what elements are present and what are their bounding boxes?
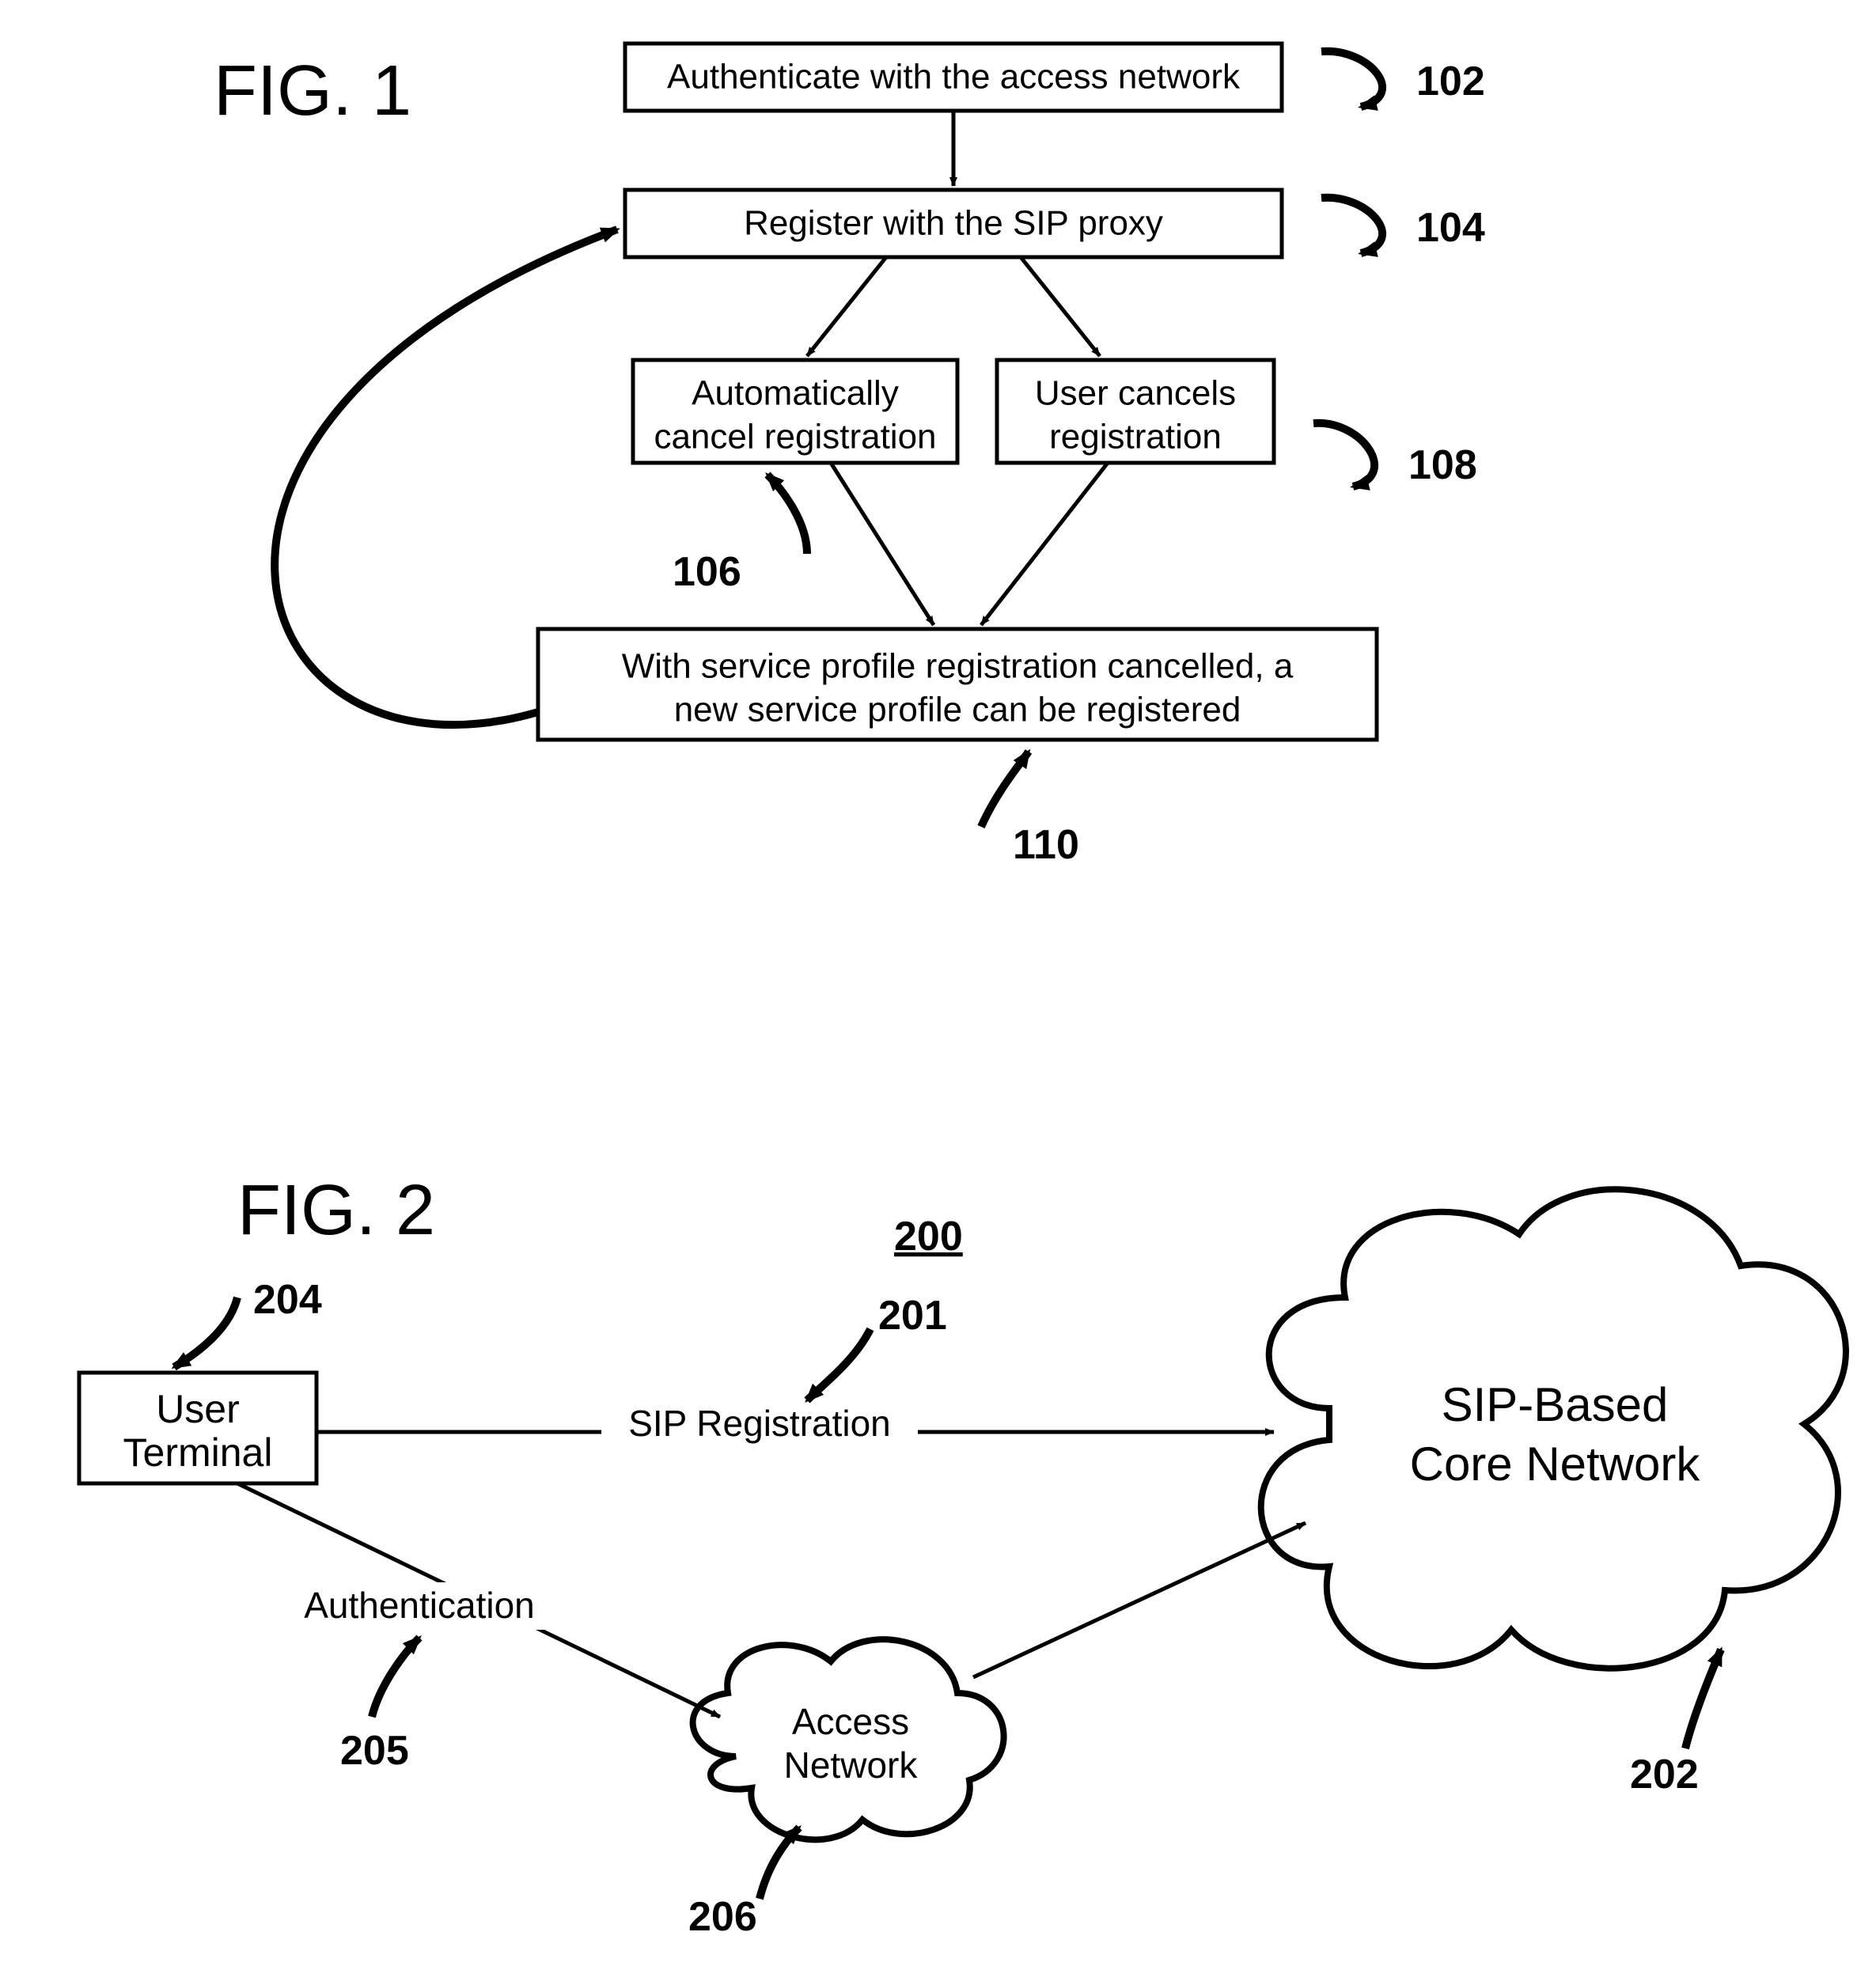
label-204: 204 xyxy=(253,1277,322,1323)
box-106-l2: cancel registration xyxy=(654,418,936,456)
arrow-access-to-core xyxy=(973,1523,1306,1677)
user-terminal-l2: Terminal xyxy=(123,1430,273,1475)
fig2-title: FIG. 2 xyxy=(237,1171,435,1250)
pointer-206 xyxy=(760,1828,799,1899)
pointer-201 xyxy=(807,1329,870,1400)
label-206: 206 xyxy=(688,1894,757,1940)
box-108-l2: registration xyxy=(1049,418,1222,456)
label-110: 110 xyxy=(1013,822,1079,868)
pointer-205 xyxy=(372,1638,419,1717)
access-network-l1: Access xyxy=(792,1701,909,1742)
access-network-l2: Network xyxy=(784,1744,919,1786)
pointer-108 xyxy=(1313,423,1374,487)
user-terminal-l1: User xyxy=(156,1387,240,1431)
pointer-204 xyxy=(174,1297,237,1367)
box-110-l1: With service profile registration cancel… xyxy=(622,647,1294,686)
fig1-title: FIG. 1 xyxy=(214,51,411,131)
core-network-l2: Core Network xyxy=(1410,1438,1701,1491)
diagram-canvas: FIG. 1 Authenticate with the access netw… xyxy=(0,0,1876,1985)
box-106-l1: Automatically xyxy=(692,374,899,413)
label-108: 108 xyxy=(1408,442,1477,488)
pointer-110 xyxy=(981,752,1029,827)
core-network-l1: SIP-Based xyxy=(1442,1378,1669,1431)
arrow-106-110 xyxy=(831,463,934,625)
label-205: 205 xyxy=(340,1728,409,1774)
pointer-102 xyxy=(1321,51,1382,107)
label-106: 106 xyxy=(673,549,741,595)
label-202: 202 xyxy=(1630,1752,1699,1797)
arrow-104-106 xyxy=(807,257,886,356)
box-108-l1: User cancels xyxy=(1035,374,1236,413)
pointer-202 xyxy=(1685,1650,1721,1748)
fig2-sys: 200 xyxy=(894,1214,963,1260)
sip-registration-text: SIP Registration xyxy=(628,1403,891,1444)
arrow-110-loop-104 xyxy=(275,229,617,725)
box-102-text: Authenticate with the access network xyxy=(667,58,1241,97)
arrow-104-108 xyxy=(1021,257,1100,356)
box-110-l2: new service profile can be registered xyxy=(674,691,1241,729)
pointer-104 xyxy=(1321,198,1382,253)
box-104-text: Register with the SIP proxy xyxy=(744,204,1163,243)
label-201: 201 xyxy=(878,1293,947,1339)
pointer-106 xyxy=(767,475,807,554)
label-104: 104 xyxy=(1416,205,1485,251)
authentication-text: Authentication xyxy=(304,1585,535,1626)
arrow-108-110 xyxy=(981,463,1108,625)
label-102: 102 xyxy=(1416,59,1485,104)
